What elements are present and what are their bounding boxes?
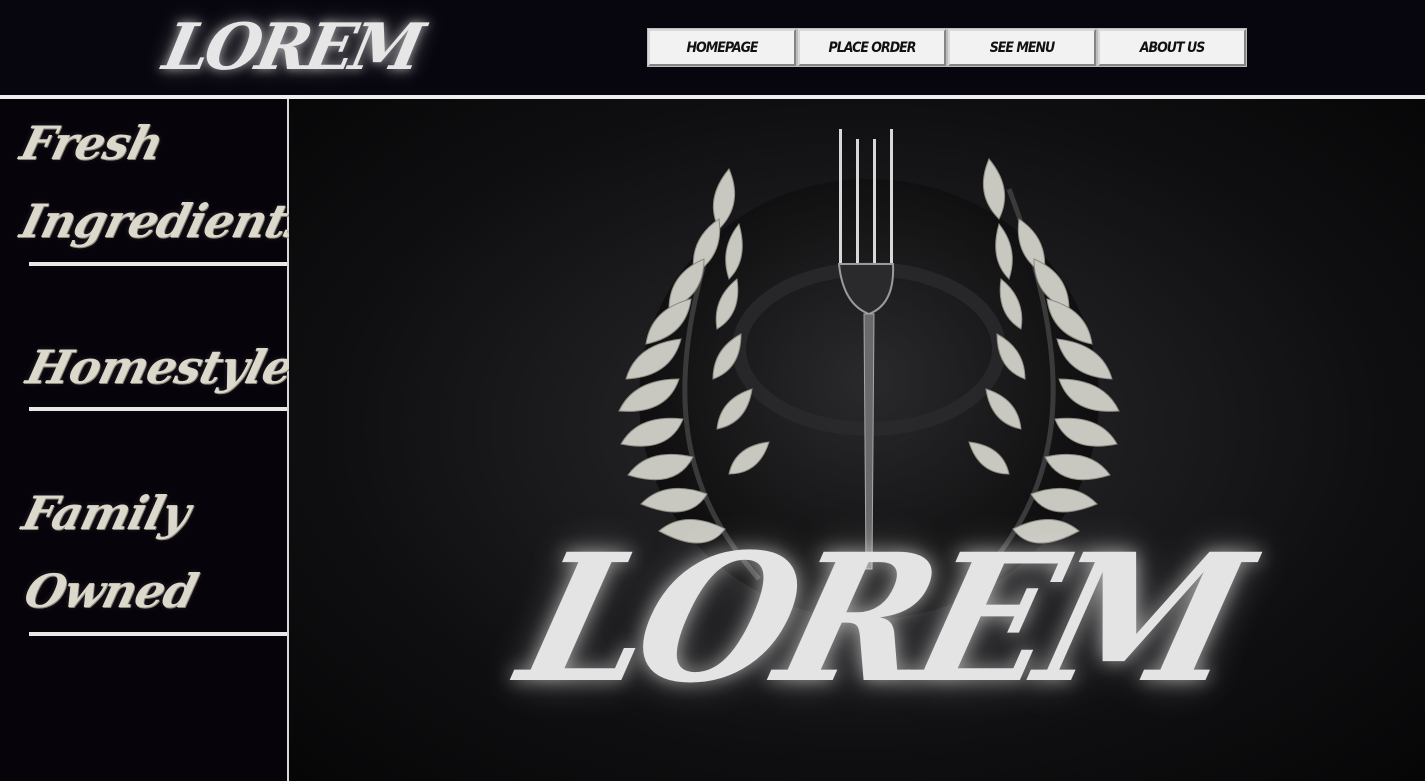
- site-header: LOREM HOMEPAGE PLACE ORDER SEE MENU ABOU…: [0, 0, 1425, 95]
- tagline-homestyle: Homestyle: [21, 340, 299, 394]
- tagline-divider: [29, 632, 287, 636]
- nav-homepage-button[interactable]: HOMEPAGE: [647, 28, 797, 67]
- site-logo[interactable]: LOREM: [156, 8, 427, 88]
- tagline-family: Family: [17, 486, 196, 540]
- tagline-ingredients: Ingredients: [15, 194, 318, 248]
- nav-place-order-button[interactable]: PLACE ORDER: [797, 28, 947, 67]
- nav-see-menu-button[interactable]: SEE MENU: [947, 28, 1097, 67]
- main-nav: HOMEPAGE PLACE ORDER SEE MENU ABOUT US: [647, 28, 1247, 67]
- tagline-divider: [29, 262, 287, 266]
- tagline-owned: Owned: [19, 564, 203, 618]
- nav-about-us-button[interactable]: ABOUT US: [1097, 28, 1247, 67]
- tagline-fresh: Fresh: [15, 116, 169, 170]
- hero-banner: LOREM: [289, 99, 1425, 781]
- hero-logo-wordmark: LOREM: [503, 515, 1258, 722]
- tagline-divider: [29, 407, 287, 411]
